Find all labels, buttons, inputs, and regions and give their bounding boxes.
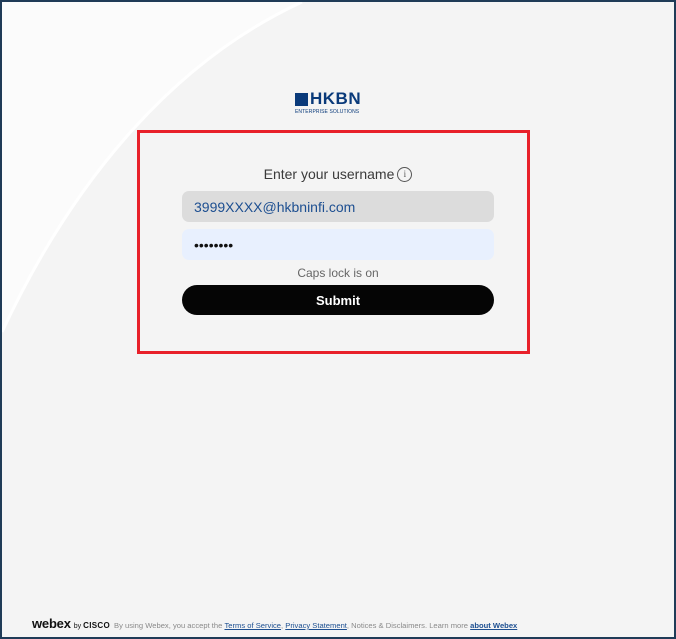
terms-of-service-link[interactable]: Terms of Service <box>224 621 281 630</box>
username-field[interactable]: 3999XXXX@hkbninfi.com <box>182 191 494 222</box>
hkbn-logo: HKBN ENTERPRISE SOLUTIONS <box>295 90 385 120</box>
footer-text-1: By using Webex, you accept the <box>114 621 223 630</box>
password-value: •••••••• <box>194 236 234 253</box>
logo-subtitle: ENTERPRISE SOLUTIONS <box>295 109 360 115</box>
password-field[interactable]: •••••••• <box>182 229 494 260</box>
about-webex-link[interactable]: about Webex <box>470 621 517 630</box>
cisco-logo: CISCO <box>83 621 110 630</box>
caps-lock-note: Caps lock is on <box>297 266 379 280</box>
by-text: by <box>73 623 82 630</box>
logo-word: HKBN <box>310 89 362 108</box>
privacy-statement-link[interactable]: Privacy Statement <box>285 621 347 630</box>
info-icon[interactable]: i <box>397 166 413 182</box>
webex-logo: webex <box>32 616 71 631</box>
webex-login-page: HKBN ENTERPRISE SOLUTIONS Enter your use… <box>0 0 676 639</box>
logo-square-icon <box>295 92 308 106</box>
username-prompt: Enter your username i <box>182 166 494 182</box>
footer-text-2: , Notices & Disclaimers. Learn more <box>346 621 469 630</box>
footer-comma: , <box>281 621 284 630</box>
prompt-text: Enter your username <box>263 166 395 182</box>
footer: webex by CISCO By using Webex, you accep… <box>32 616 672 631</box>
submit-button[interactable]: Submit <box>182 285 494 315</box>
username-value: 3999XXXX@hkbninfi.com <box>194 198 356 215</box>
